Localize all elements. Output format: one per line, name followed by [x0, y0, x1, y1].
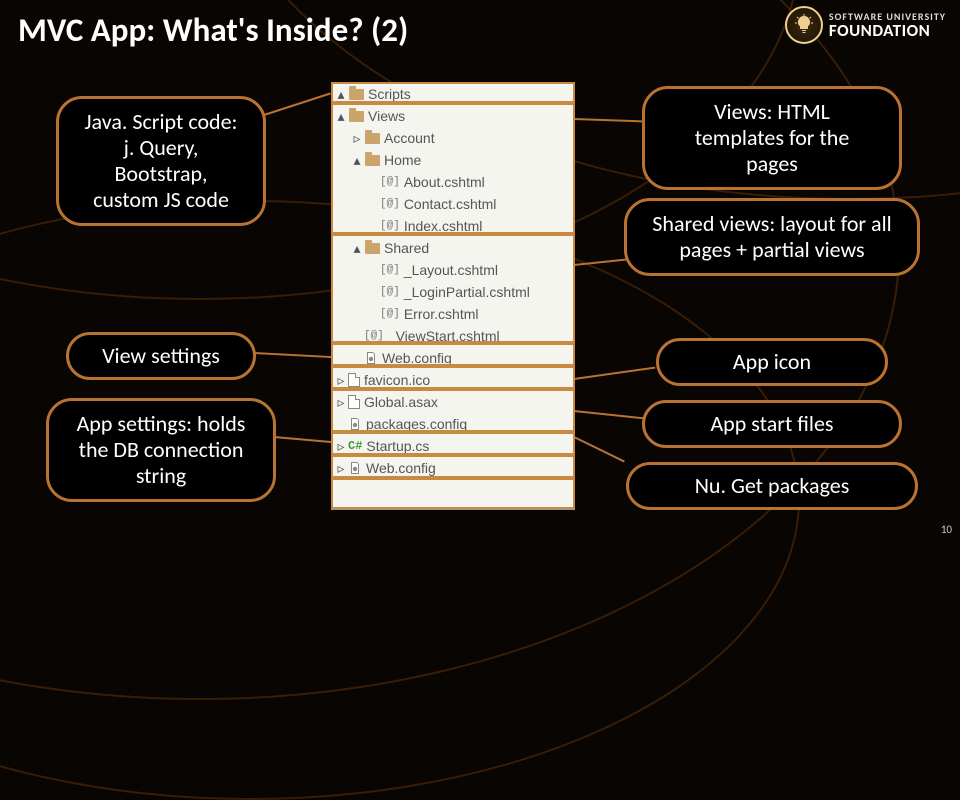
tree-item-label: Shared	[384, 240, 429, 256]
callout-javascript: Java. Script code: j. Query, Bootstrap, …	[56, 96, 266, 226]
callout-view-settings: View settings	[66, 332, 256, 380]
razor-file-icon: [@]	[380, 176, 400, 188]
tree-item: [@] Contact.cshtml	[332, 193, 574, 215]
tree-item: ▹ Web.config	[332, 457, 574, 479]
tree-item-label: Index.cshtml	[404, 218, 483, 234]
brand-logo: SOFTWARE UNIVERSITY FOUNDATION	[785, 6, 946, 44]
tree-item-label: Web.config	[366, 460, 436, 476]
tree-item: [@] About.cshtml	[332, 171, 574, 193]
expand-arrow-icon: ▴	[334, 86, 348, 103]
tree-item-label: Home	[384, 152, 421, 168]
callout-views: Views: HTML templates for the pages	[642, 86, 902, 190]
csharp-file-icon: C#	[348, 439, 362, 453]
config-file-icon	[348, 417, 362, 431]
tree-item-label: _LoginPartial.cshtml	[404, 284, 530, 300]
tree-item: ▹ Global.asax	[332, 391, 574, 413]
callout-app-start: App start files	[642, 400, 902, 448]
file-icon	[348, 373, 360, 387]
callout-nuget: Nu. Get packages	[626, 462, 918, 510]
expand-arrow-icon: ▹	[334, 438, 348, 455]
expand-arrow-icon: ▹	[334, 460, 348, 477]
tree-item: [@] _Layout.cshtml	[332, 259, 574, 281]
tree-item: ▴ Home	[332, 149, 574, 171]
tree-item-label: Views	[368, 108, 405, 124]
tree-item-label: _Layout.cshtml	[404, 262, 498, 278]
tree-item: ▹ Account	[332, 127, 574, 149]
config-file-icon	[348, 461, 362, 475]
razor-file-icon: [@]	[380, 286, 400, 298]
expand-arrow-icon: ▴	[350, 240, 364, 257]
razor-file-icon: [@]	[380, 308, 400, 320]
slide-title: MVC App: What's Inside? (2)	[18, 10, 408, 50]
tree-item-label: Error.cshtml	[404, 306, 479, 322]
tree-item: [@] Index.cshtml	[332, 215, 574, 237]
tree-item: ▴ Scripts	[332, 83, 574, 105]
file-icon	[348, 395, 360, 409]
tree-item-label: favicon.ico	[364, 372, 430, 388]
razor-file-icon: [@]	[380, 264, 400, 276]
razor-file-icon: [@]	[380, 198, 400, 210]
tree-item-label: Web.config	[382, 350, 452, 366]
razor-file-icon: [@]	[380, 220, 400, 232]
tree-item-label: _ViewStart.cshtml	[388, 328, 500, 344]
tree-item: Web.config	[332, 347, 574, 369]
folder-icon	[348, 87, 364, 101]
callout-app-settings: App settings: holds the DB connection st…	[46, 398, 276, 502]
tree-item: ▴ Views	[332, 105, 574, 127]
folder-icon	[364, 153, 380, 167]
tree-item-label: packages.config	[366, 416, 467, 432]
config-file-icon	[364, 351, 378, 365]
expand-arrow-icon: ▴	[350, 152, 364, 169]
expand-arrow-icon: ▹	[334, 372, 348, 389]
tree-item: [@] _LoginPartial.cshtml	[332, 281, 574, 303]
folder-icon	[364, 241, 380, 255]
tree-item-label: About.cshtml	[404, 174, 485, 190]
tree-item-label: Global.asax	[364, 394, 438, 410]
lightbulb-icon	[785, 6, 823, 44]
expand-arrow-icon: ▹	[334, 394, 348, 411]
logo-bottom-text: FOUNDATION	[829, 22, 946, 39]
tree-item-label: Scripts	[368, 86, 411, 102]
callout-app-icon: App icon	[656, 338, 888, 386]
tree-item-label: Startup.cs	[366, 438, 429, 454]
tree-item: packages.config	[332, 413, 574, 435]
razor-file-icon: [@]	[364, 330, 384, 342]
folder-icon	[364, 131, 380, 145]
tree-item: [@] _ViewStart.cshtml	[332, 325, 574, 347]
folder-icon	[348, 109, 364, 123]
page-number: 10	[941, 523, 952, 536]
callout-shared-views: Shared views: layout for all pages + par…	[624, 198, 920, 276]
tree-item: [@] Error.cshtml	[332, 303, 574, 325]
tree-item-label: Contact.cshtml	[404, 196, 497, 212]
tree-item: ▴ Shared	[332, 237, 574, 259]
tree-item-label: Account	[384, 130, 435, 146]
solution-explorer: ▴Scripts▴Views▹Account▴Home[@]About.csht…	[331, 82, 575, 510]
tree-item: ▹ favicon.ico	[332, 369, 574, 391]
expand-arrow-icon: ▹	[350, 130, 364, 147]
tree-item: ▹C# Startup.cs	[332, 435, 574, 457]
expand-arrow-icon: ▴	[334, 108, 348, 125]
